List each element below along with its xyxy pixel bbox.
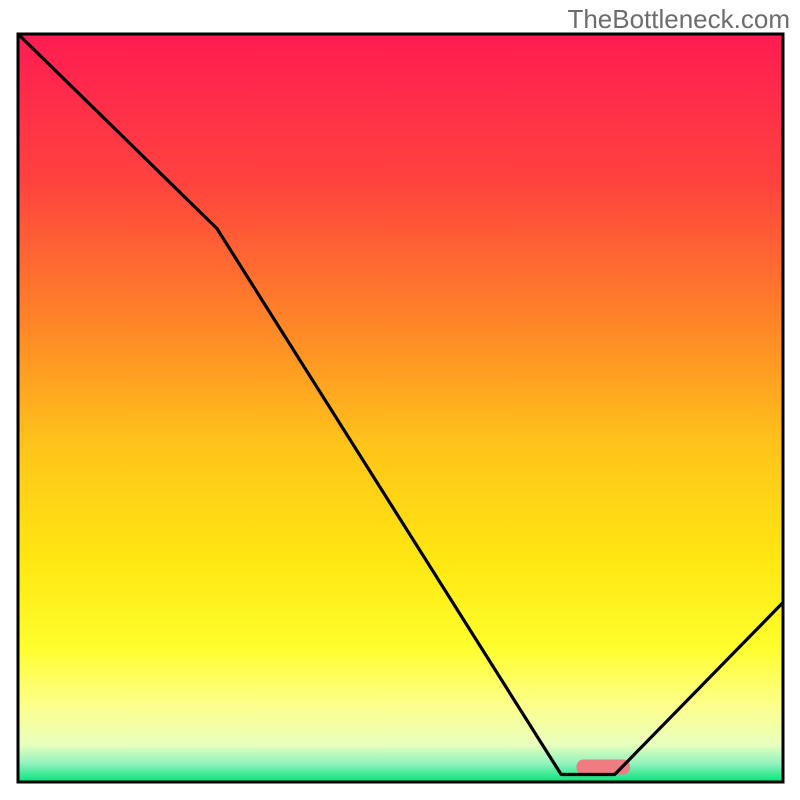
chart-svg — [0, 0, 800, 800]
chart-container: TheBottleneck.com — [0, 0, 800, 800]
